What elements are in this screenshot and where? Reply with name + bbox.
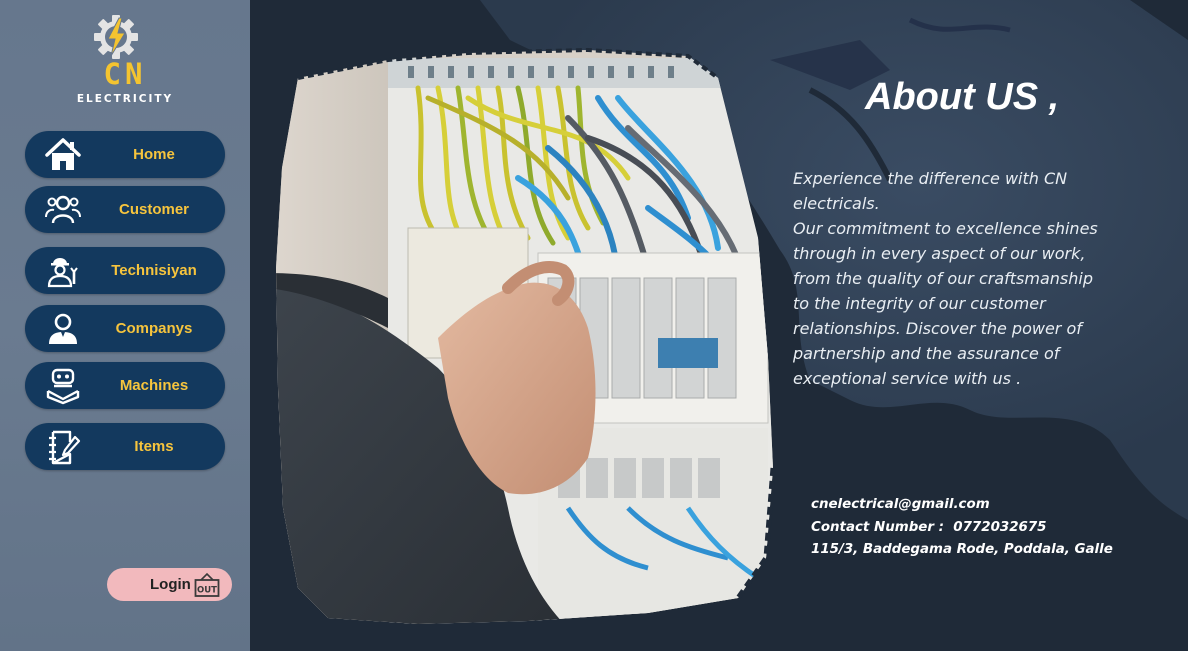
logo: CN ELECTRICITY: [60, 14, 190, 114]
login-button[interactable]: Login OUT: [107, 568, 232, 601]
customer-label: Customer: [118, 201, 189, 218]
logout-box-icon: OUT: [194, 572, 220, 597]
contact-phone: Contact Number : 0772032675: [811, 519, 1047, 535]
about-title: About US ,: [865, 76, 1060, 118]
home-button[interactable]: Home: [25, 131, 225, 178]
items-label: Items: [134, 438, 174, 455]
main-content: About US , Experience the difference wit…: [250, 0, 1188, 651]
customer-button[interactable]: Customer: [25, 186, 225, 233]
home-icon: [45, 137, 81, 170]
logo-subtext: ELECTRICITY: [76, 93, 174, 105]
machines-button[interactable]: Machines: [25, 362, 225, 409]
gear-lightning-icon: [94, 15, 138, 59]
home-label: Home: [133, 146, 175, 163]
technisiyan-button[interactable]: Technisiyan: [25, 247, 225, 294]
technician-icon: [47, 257, 78, 287]
contact-address: 115/3, Baddegama Rode, Poddala, Galle: [811, 542, 1113, 557]
contact-info: cnelectrical@gmail.com Contact Number : …: [811, 494, 1113, 562]
logo-text: CN: [103, 57, 147, 91]
contact-email: cnelectrical@gmail.com: [811, 497, 990, 512]
companys-label: Companys: [115, 320, 193, 337]
login-label: Login: [150, 576, 191, 593]
user-icon: [49, 313, 77, 344]
technisiyan-label: Technisiyan: [111, 262, 197, 279]
electrician-photo: [276, 47, 776, 624]
users-icon: [45, 195, 81, 223]
notebook-edit-icon: [49, 430, 81, 464]
about-text: Experience the difference with CN electr…: [793, 169, 1098, 388]
sidebar: CN ELECTRICITY Home Customer Technisiyan…: [0, 0, 250, 651]
companys-button[interactable]: Companys: [25, 305, 225, 352]
robot-icon: [46, 368, 80, 404]
machines-label: Machines: [119, 377, 189, 394]
items-button[interactable]: Items: [25, 423, 225, 470]
svg-text:OUT: OUT: [197, 586, 217, 596]
